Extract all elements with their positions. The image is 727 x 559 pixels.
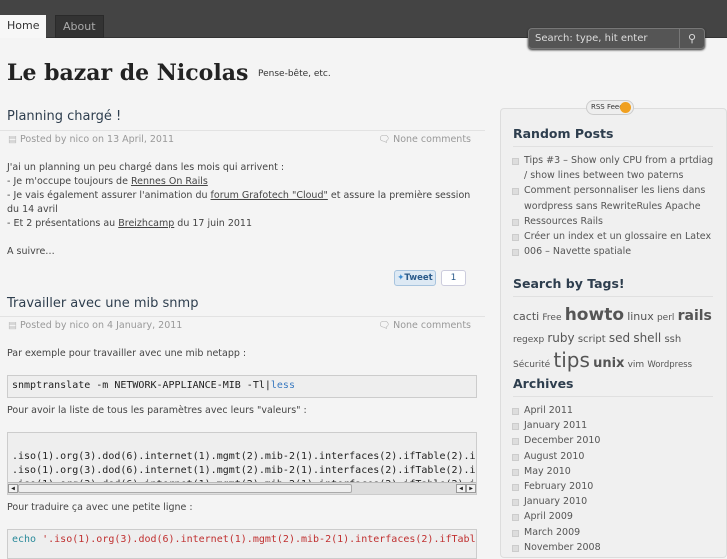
paragraph: Pour avoir la liste de tous les paramètr…	[7, 405, 307, 416]
list-item[interactable]: May 2010	[512, 464, 717, 479]
calendar-icon: ▤	[8, 134, 17, 145]
search-form: ⚲	[528, 28, 705, 49]
site-tagline: Pense-bête, etc.	[258, 69, 331, 79]
code-line: .iso(1).org(3).dod(6).internet(1).mgmt(2…	[12, 451, 476, 462]
comments-label: None comments	[393, 320, 471, 331]
random-posts-heading: Random Posts	[513, 126, 713, 147]
post-content: J'ai un planning un peu chargé dans les …	[7, 161, 477, 259]
list-item[interactable]: March 2009	[512, 525, 717, 540]
text: - Et 2 présentations au	[7, 218, 119, 229]
paragraph: J'ai un planning un peu chargé dans les …	[7, 162, 285, 173]
tag-link[interactable]: rails	[678, 308, 712, 324]
tag-link[interactable]: howto	[565, 305, 624, 325]
list-item[interactable]: 006 – Navette spatiale	[512, 244, 717, 259]
list-item[interactable]: Tips #3 – Show only CPU from a prtdiag /…	[512, 153, 717, 183]
post-author-date: Posted by nico on 13 April, 2011	[20, 134, 175, 145]
tag-link[interactable]: sed	[609, 331, 630, 345]
tweet-count: 1	[441, 270, 466, 286]
post-meta: ▤ Posted by nico on 13 April, 2011 🗨 Non…	[0, 130, 485, 145]
search-input[interactable]	[529, 29, 679, 48]
archives-heading: Archives	[513, 376, 713, 397]
list-item[interactable]: February 2010	[512, 479, 717, 494]
tag-link[interactable]: ruby	[547, 331, 574, 345]
link-breizhcamp[interactable]: Breizhcamp	[118, 218, 174, 229]
code-block: .iso(1).org(3).dod(6).internet(1).mgmt(2…	[7, 432, 477, 495]
scroll-left-arrow[interactable]: ◀	[8, 484, 18, 493]
tag-link[interactable]: regexp	[513, 335, 544, 345]
comments-label: None comments	[393, 134, 471, 145]
tag-link[interactable]: tips	[553, 348, 590, 372]
tags-heading: Search by Tags!	[513, 276, 713, 297]
post-meta: ▤ Posted by nico on 4 January, 2011 🗨 No…	[0, 316, 485, 331]
search-icon[interactable]: ⚲	[679, 29, 704, 48]
paragraph: A suivre…	[7, 246, 55, 257]
archives-list: April 2011 January 2011 December 2010 Au…	[512, 403, 717, 555]
tag-link[interactable]: Free	[542, 313, 561, 323]
paragraph: Pour traduire ça avec une petite ligne :	[7, 502, 193, 513]
code-block: echo '.iso(1).org(3).dod(6).internet(1).…	[7, 529, 477, 559]
tag-link[interactable]: perl	[657, 313, 674, 323]
list-item[interactable]: Ressources Rails	[512, 214, 717, 229]
tweet-button[interactable]: ✦Tweet	[394, 270, 436, 286]
code-text: snmptranslate -m NETWORK-APPLIANCE-MIB -…	[12, 380, 271, 391]
tag-link[interactable]: unix	[593, 356, 624, 371]
link-rennes-on-rails[interactable]: Rennes On Rails	[131, 176, 208, 187]
horizontal-scrollbar[interactable]: ◀ ◀ ▶	[8, 482, 476, 494]
list-item[interactable]: November 2008	[512, 540, 717, 555]
tag-link[interactable]: cacti	[513, 310, 539, 323]
rss-icon	[620, 102, 631, 113]
tab-home[interactable]: Home	[0, 15, 47, 38]
comments-link[interactable]: 🗨 None comments	[378, 320, 471, 331]
tag-link[interactable]: ssh	[664, 334, 681, 345]
code-line: .iso(1).org(3).dod(6).internet(1).mgmt(2…	[12, 465, 476, 476]
code-block: snmptranslate -m NETWORK-APPLIANCE-MIB -…	[7, 375, 477, 398]
post-author-date: Posted by nico on 4 January, 2011	[20, 320, 183, 331]
rss-feed-button[interactable]: RSS Feed	[586, 100, 634, 115]
scrollbar-thumb[interactable]	[18, 484, 352, 493]
comment-icon: 🗨	[378, 134, 391, 145]
list-item[interactable]: April 2011	[512, 403, 717, 418]
tab-about[interactable]: About	[55, 15, 104, 38]
list-item[interactable]: April 2009	[512, 509, 717, 524]
list-item[interactable]: August 2010	[512, 449, 717, 464]
code-keyword: less	[270, 380, 295, 391]
list-item[interactable]: Créer un index et un glossaire en Latex	[512, 229, 717, 244]
link-forum-grafotech[interactable]: forum Grafotech "Cloud"	[211, 190, 328, 201]
tweet-label: Tweet	[404, 273, 433, 283]
random-posts-list: Tips #3 – Show only CPU from a prtdiag /…	[512, 153, 717, 259]
tag-link[interactable]: shell	[633, 331, 661, 345]
text: - Je m'occupe toujours de	[7, 176, 131, 187]
rss-label: RSS Feed	[591, 103, 624, 111]
code-string: '.iso(1).org(3).dod(6).internet(1).mgmt(…	[42, 534, 476, 545]
tag-link[interactable]: linux	[627, 310, 654, 323]
tag-link[interactable]: Wordpress	[647, 360, 692, 370]
comments-link[interactable]: 🗨 None comments	[378, 134, 471, 145]
scroll-right-arrow[interactable]: ▶	[466, 484, 476, 493]
site-title[interactable]: Le bazar de Nicolas	[7, 60, 248, 86]
list-item[interactable]: Comment personnaliser les liens dans wor…	[512, 183, 717, 213]
tag-link[interactable]: script	[578, 334, 606, 345]
text: - Je vais également assurer l'animation …	[7, 190, 211, 201]
post-title[interactable]: Planning chargé !	[7, 109, 121, 124]
list-item[interactable]: January 2010	[512, 494, 717, 509]
list-item[interactable]: January 2011	[512, 418, 717, 433]
scroll-left-arrow[interactable]: ◀	[456, 484, 466, 493]
paragraph: Par exemple pour travailler avec une mib…	[7, 348, 247, 359]
tag-link[interactable]: Sécurité	[513, 360, 550, 370]
text: du 17 juin 2011	[174, 218, 252, 229]
top-nav-bar: Home About ⚲	[0, 0, 727, 49]
code-keyword: echo	[12, 534, 43, 545]
tag-cloud: cacti Free howto linux perl rails regexp…	[513, 305, 718, 375]
comment-icon: 🗨	[378, 320, 391, 331]
post-title[interactable]: Travailler avec une mib snmp	[7, 296, 198, 311]
tag-link[interactable]: vim	[628, 360, 645, 370]
list-item[interactable]: December 2010	[512, 433, 717, 448]
calendar-icon: ▤	[8, 320, 17, 331]
